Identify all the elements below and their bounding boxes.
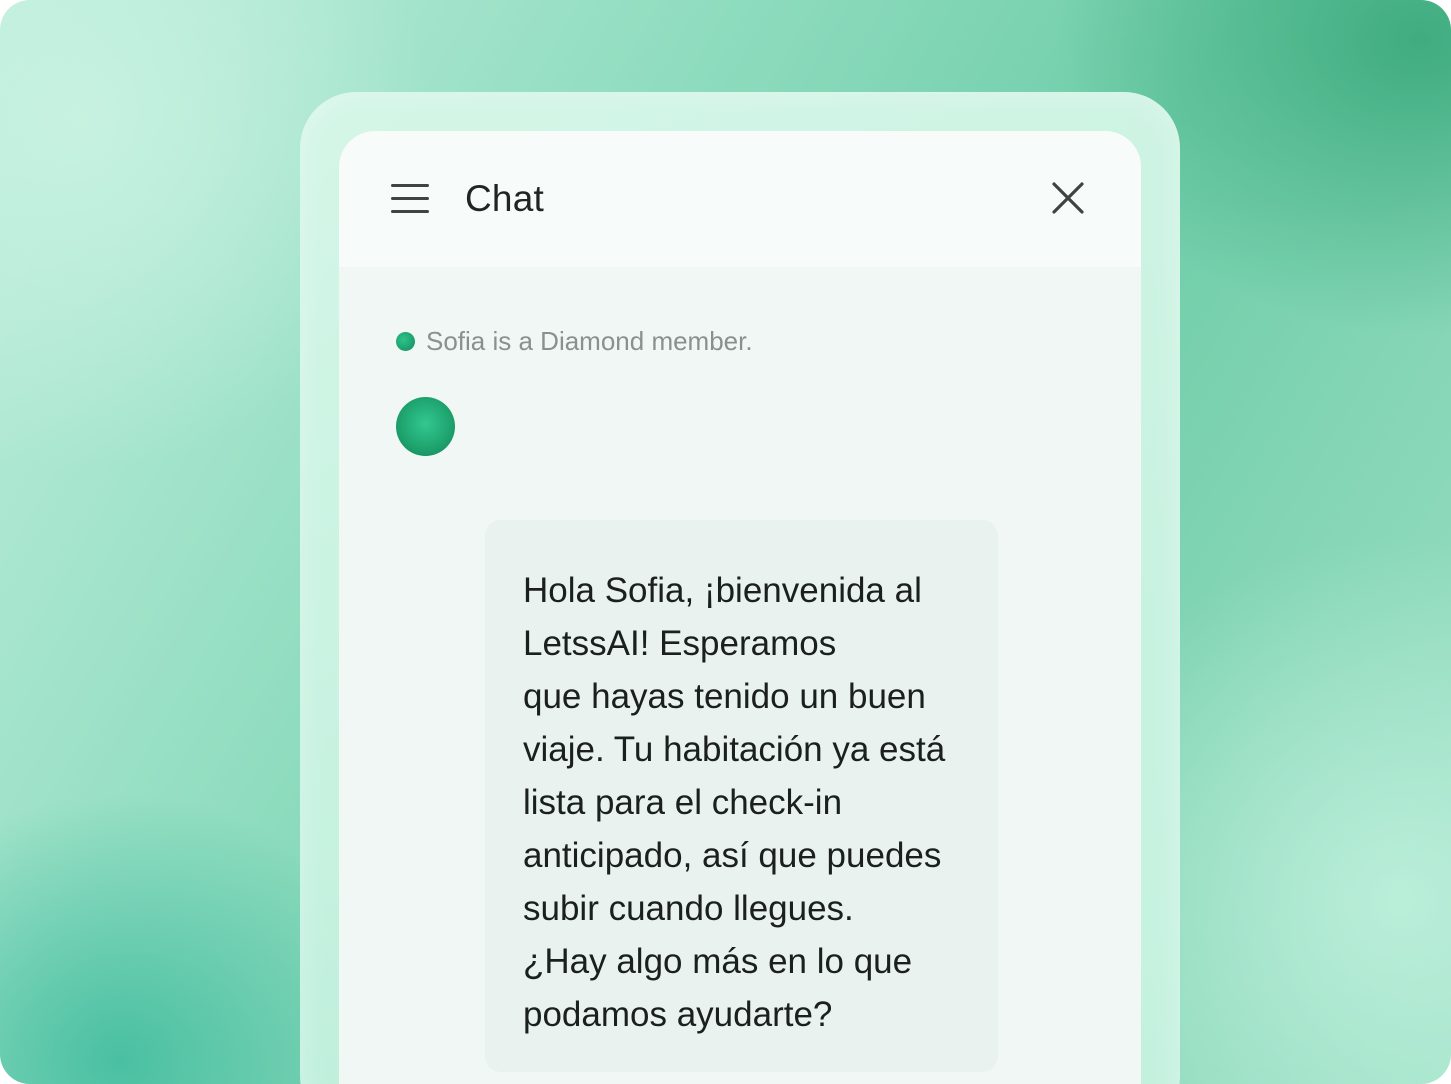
- assistant-avatar: [396, 397, 455, 456]
- message-text: Hola Sofia, ¡bienvenida al LetssAI! Espe…: [523, 571, 946, 1034]
- close-icon[interactable]: [1049, 179, 1087, 217]
- message-bubble: Hola Sofia, ¡bienvenida al LetssAI! Espe…: [485, 520, 998, 1072]
- hamburger-menu-icon[interactable]: [391, 183, 429, 215]
- member-status-text: Sofia is a Diamond member.: [426, 325, 753, 356]
- chat-window: Chat Sofia is a Diamond member. Hola Sof…: [339, 131, 1141, 1084]
- chat-header: Chat: [339, 131, 1141, 267]
- chat-title: Chat: [465, 178, 544, 219]
- chat-body: Sofia is a Diamond member. Hola Sofia, ¡…: [339, 267, 1141, 1084]
- member-status: Sofia is a Diamond member.: [396, 325, 753, 357]
- status-indicator-icon: [396, 331, 415, 351]
